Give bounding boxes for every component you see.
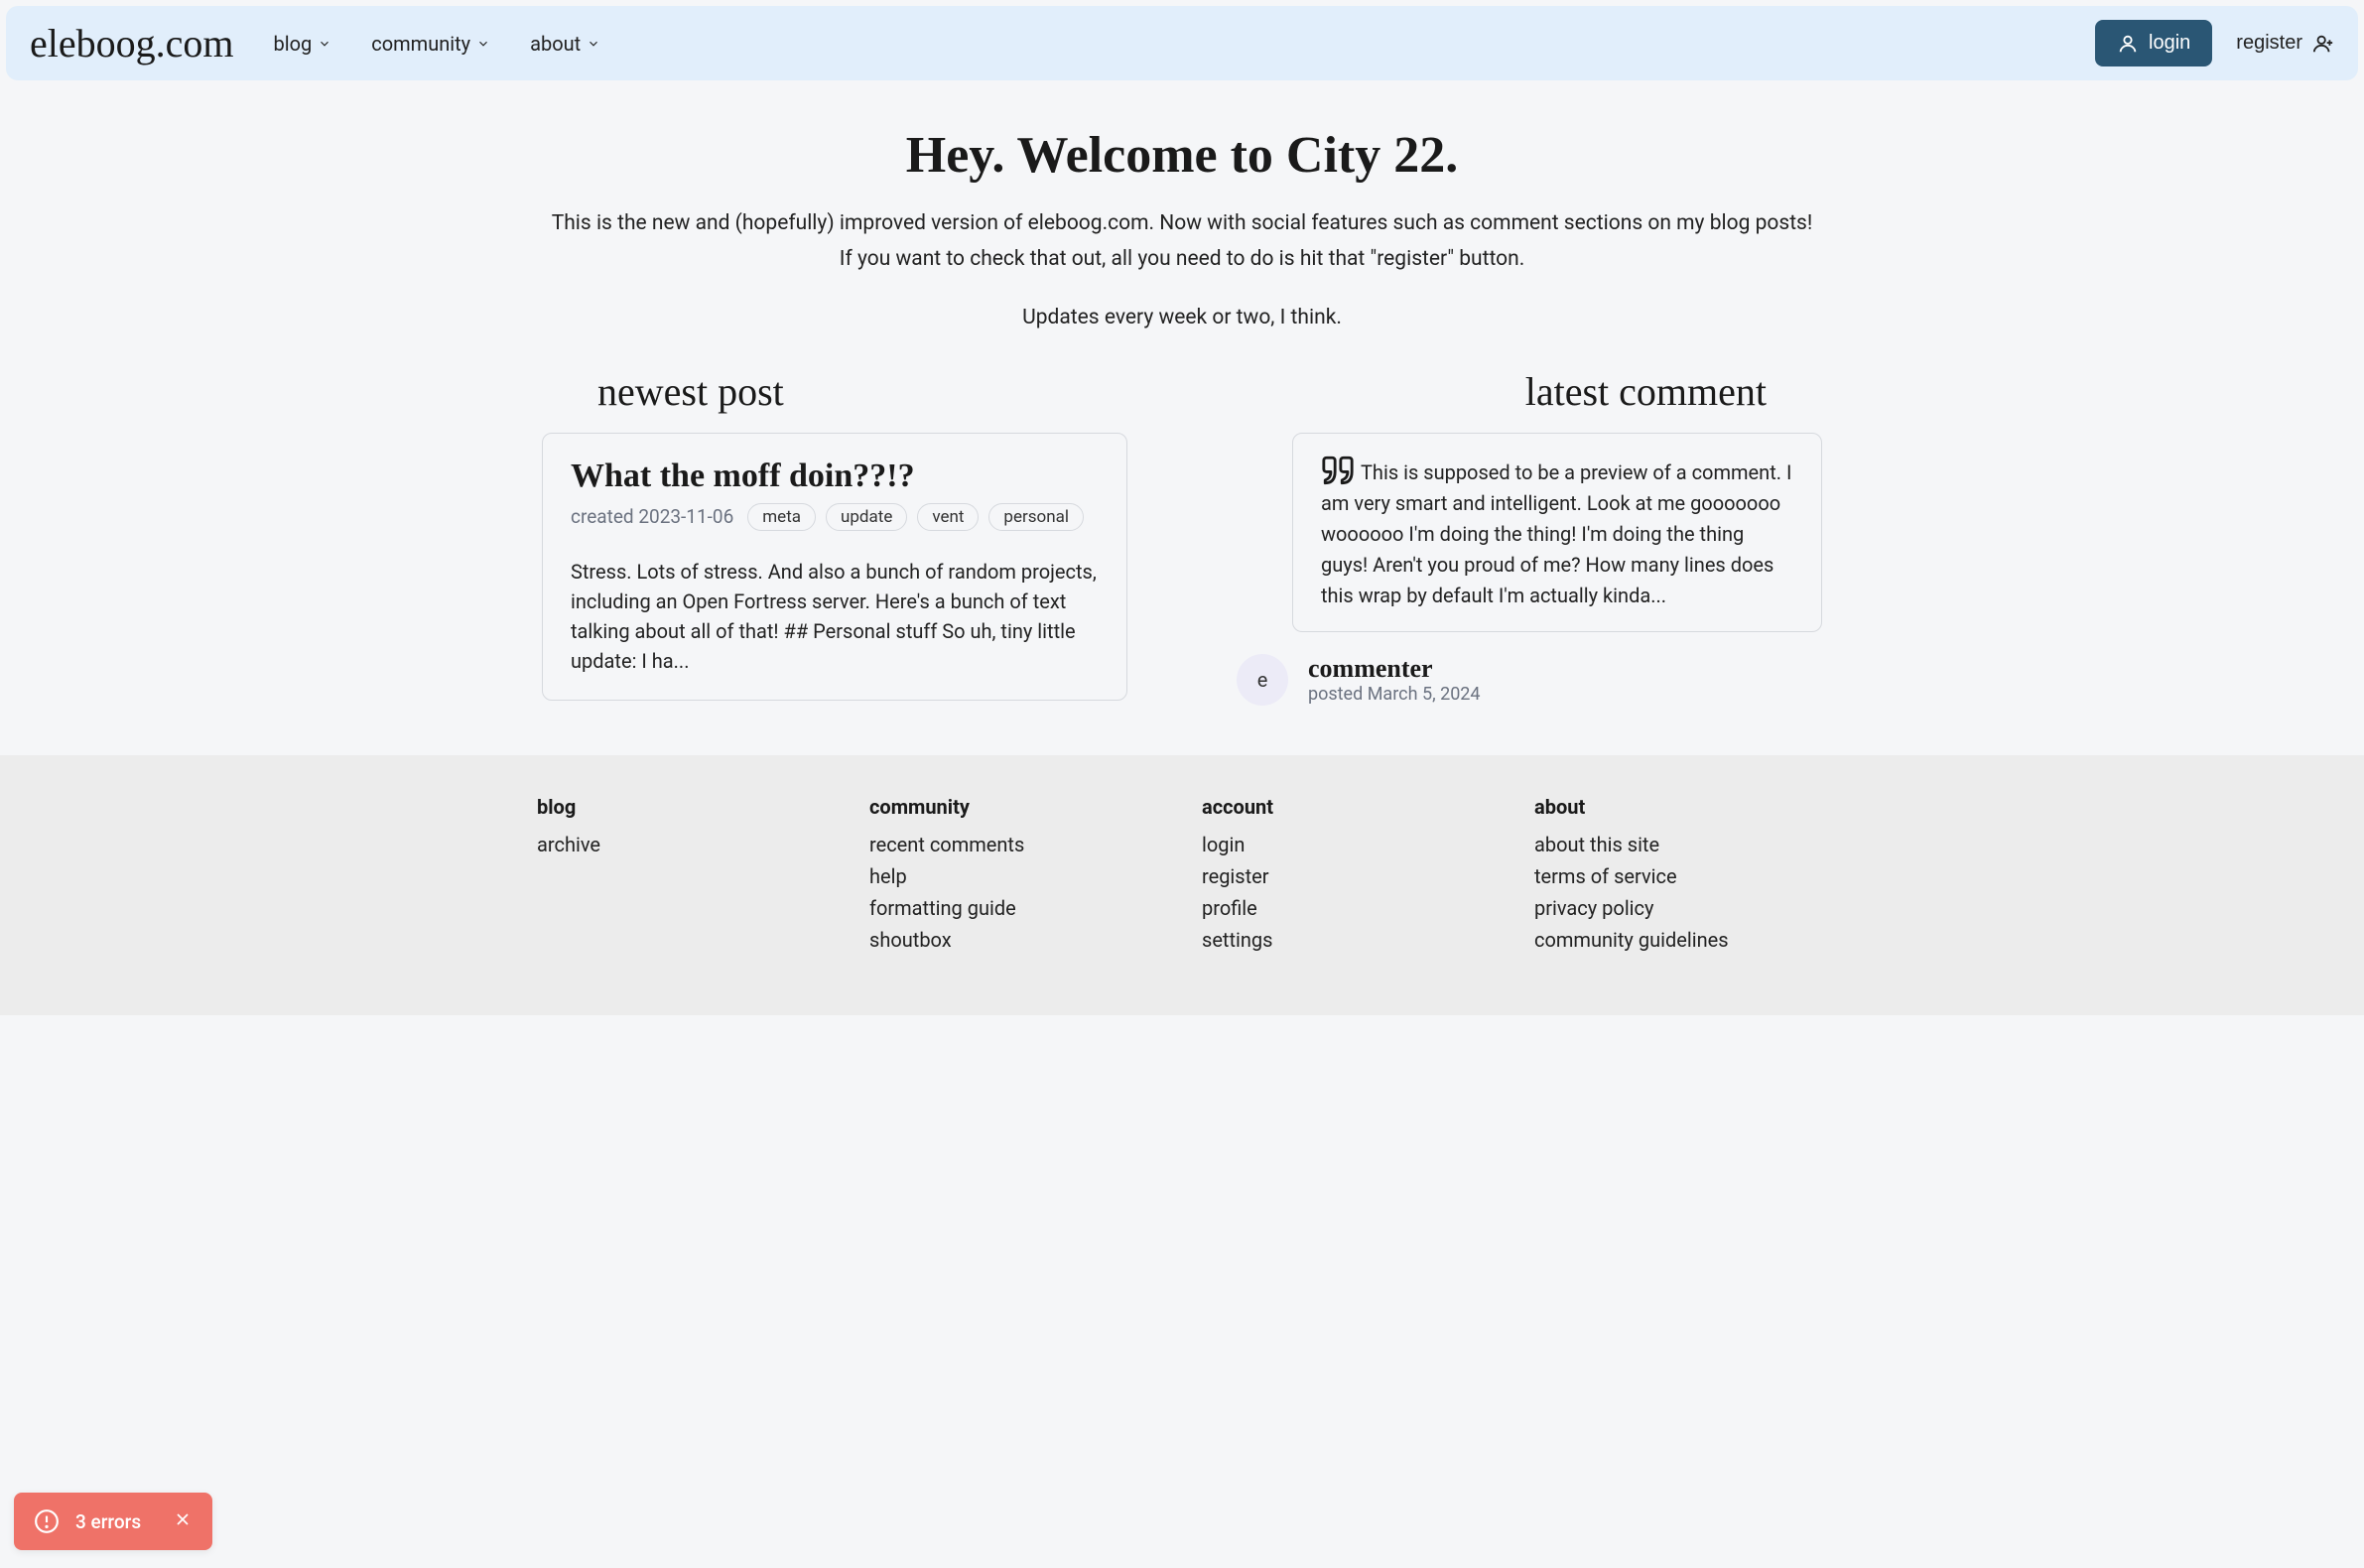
footer-link[interactable]: recent comments [869,829,1162,860]
quote-icon [1321,454,1355,487]
footer-link[interactable]: terms of service [1534,860,1827,892]
footer-link[interactable]: shoutbox [869,924,1162,956]
post-tag[interactable]: update [826,503,907,531]
chevron-down-icon [476,37,490,51]
register-label: register [2236,32,2302,55]
hero-title: Hey. Welcome to City 22. [20,126,2344,185]
footer-heading: account [1202,795,1495,819]
footer-col-account: account login register profile settings [1202,795,1495,956]
chevron-down-icon [587,37,600,51]
post-card[interactable]: What the moff doin??!? created 2023-11-0… [542,433,1127,701]
avatar[interactable]: e [1237,654,1288,706]
post-excerpt: Stress. Lots of stress. And also a bunch… [571,557,1099,676]
two-column: newest post What the moff doin??!? creat… [512,368,1852,755]
nav-label: about [530,32,581,56]
footer-link[interactable]: archive [537,829,830,860]
comment-text: This is supposed to be a preview of a co… [1321,460,1791,607]
brand-logo[interactable]: eleboog.com [30,20,234,66]
footer-link[interactable]: formatting guide [869,892,1162,924]
chevron-down-icon [318,37,331,51]
footer-link[interactable]: settings [1202,924,1495,956]
close-icon[interactable] [173,1509,193,1534]
post-created: created 2023-11-06 [571,505,733,528]
nav-right: login register [2095,20,2334,66]
user-icon [2117,33,2139,55]
footer-link[interactable]: help [869,860,1162,892]
nav-item-about[interactable]: about [530,32,600,56]
post-tag[interactable]: personal [988,503,1084,531]
nav-label: blog [274,32,313,56]
post-tag[interactable]: meta [747,503,816,531]
section-title-newest: newest post [542,368,1127,415]
footer-heading: blog [537,795,830,819]
footer-col-community: community recent comments help formattin… [869,795,1162,956]
footer: blog archive community recent comments h… [0,755,2364,1015]
commenter-row: e commenter posted March 5, 2024 [1292,654,1822,706]
comment-date: posted March 5, 2024 [1308,684,1481,705]
footer-link[interactable]: login [1202,829,1495,860]
footer-link[interactable]: register [1202,860,1495,892]
newest-post-section: newest post What the moff doin??!? creat… [542,368,1127,706]
footer-col-about: about about this site terms of service p… [1534,795,1827,956]
register-button[interactable]: register [2236,32,2334,55]
latest-comment-section: latest comment This is supposed to be a … [1237,368,1822,706]
footer-link[interactable]: profile [1202,892,1495,924]
hero-line2: If you want to check that out, all you n… [20,244,2344,276]
footer-link[interactable]: privacy policy [1534,892,1827,924]
navbar: eleboog.com blog community about login r… [6,6,2358,80]
hero-updates: Updates every week or two, I think. [20,303,2344,334]
nav-label: community [371,32,470,56]
login-button[interactable]: login [2095,20,2212,66]
post-tag[interactable]: vent [917,503,979,531]
footer-link[interactable]: about this site [1534,829,1827,860]
section-title-latest: latest comment [1237,368,1822,415]
error-text: 3 errors [75,1510,141,1533]
error-toast[interactable]: 3 errors [14,1493,212,1550]
post-meta: created 2023-11-06 meta update vent pers… [571,503,1099,531]
commenter-name[interactable]: commenter [1308,654,1481,684]
user-plus-icon [2312,33,2334,55]
post-title: What the moff doin??!? [571,457,1099,495]
nav-item-community[interactable]: community [371,32,490,56]
nav-links: blog community about [274,32,601,56]
login-label: login [2149,32,2190,55]
footer-heading: community [869,795,1162,819]
footer-col-blog: blog archive [537,795,830,956]
nav-item-blog[interactable]: blog [274,32,332,56]
alert-circle-icon [34,1508,60,1534]
footer-link[interactable]: community guidelines [1534,924,1827,956]
comment-card[interactable]: This is supposed to be a preview of a co… [1292,433,1822,632]
hero-line1: This is the new and (hopefully) improved… [20,208,2344,240]
comment-body: This is supposed to be a preview of a co… [1321,454,1793,611]
hero: Hey. Welcome to City 22. This is the new… [0,86,2364,368]
footer-heading: about [1534,795,1827,819]
